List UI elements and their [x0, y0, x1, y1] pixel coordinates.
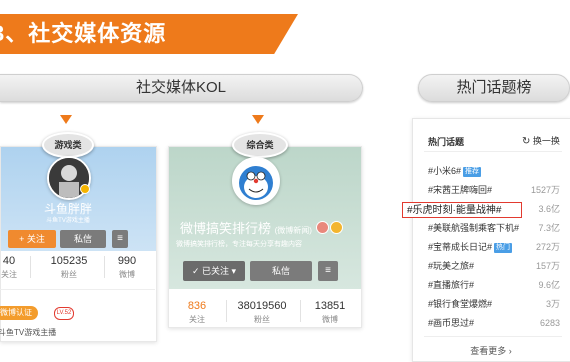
- category-badge: 综合类: [232, 132, 288, 158]
- arrow-indicator: [252, 115, 264, 124]
- followed-button[interactable]: ✓ 已关注 ▾: [183, 261, 245, 281]
- kol-section-header: 社交媒体KOL: [0, 74, 363, 102]
- topic-item[interactable]: #宝蒂成长日记# 热门 272万: [412, 238, 570, 257]
- kol-name-suffix: (微博新闻): [274, 226, 312, 235]
- verified-icon: [80, 184, 90, 194]
- refresh-label: 换一换: [532, 136, 560, 146]
- topics-section-header: 热门话题榜: [418, 74, 570, 102]
- stat-posts-label: 微博: [322, 315, 338, 324]
- topics-bottom-divider: [424, 336, 562, 337]
- verified-icon: [316, 221, 329, 234]
- menu-button[interactable]: ≡: [318, 261, 338, 281]
- divider: [104, 256, 105, 278]
- kol-name-text: 微博搞笑排行榜: [180, 221, 272, 236]
- menu-button[interactable]: ≡: [112, 230, 128, 248]
- topic-count: 3万: [545, 299, 560, 309]
- topic-item[interactable]: #玩美之旅# 157万: [412, 257, 570, 276]
- highlighted-topic[interactable]: #乐虎时刻·能量战神#: [402, 202, 522, 218]
- menu-icon: ≡: [117, 233, 123, 244]
- refresh-icon: ↻: [522, 136, 531, 147]
- stat-followers-value: 105235: [50, 255, 88, 267]
- topic-name: #宋茜王牌嗨回#: [428, 185, 493, 195]
- kol-subtitle: 斗鱼TV游戏主播: [46, 218, 90, 224]
- stat-followers-label: 粉丝: [61, 270, 77, 279]
- follow-button[interactable]: + 关注: [8, 230, 56, 248]
- topic-name: #银行食堂爆燃#: [428, 299, 493, 309]
- topic-count: 6283: [539, 318, 560, 328]
- stat-posts-value: 13851: [314, 300, 346, 312]
- topic-item[interactable]: #直播旅行# 9.6亿: [412, 276, 570, 295]
- stat-posts-value: 990: [117, 255, 137, 267]
- verify-badge[interactable]: 微博认证: [0, 306, 38, 320]
- arrow-indicator: [60, 115, 72, 124]
- divider: [30, 256, 31, 278]
- message-button[interactable]: 私信: [250, 261, 312, 281]
- topic-item[interactable]: #画币思过# 6283: [412, 314, 570, 333]
- stat-following-value: 40: [2, 255, 16, 267]
- category-badge: 游戏类: [42, 132, 94, 158]
- topic-count: 1527万: [530, 185, 560, 195]
- topic-item[interactable]: #小米6# 推荐: [412, 162, 570, 181]
- stat-posts-label: 微博: [119, 270, 135, 279]
- stat-following-label: 关注: [1, 270, 17, 279]
- kol-bio: 微博搞笑排行榜，专注每天分享有趣内容: [176, 241, 302, 248]
- topic-name: #玩美之旅#: [428, 261, 475, 271]
- topics-divider: [424, 151, 562, 152]
- menu-icon: ≡: [325, 265, 331, 276]
- message-button[interactable]: 私信: [60, 230, 106, 248]
- stat-following-value: 836: [187, 300, 207, 312]
- view-more-link[interactable]: 查看更多 ›: [412, 344, 570, 357]
- topic-count: 3.6亿: [538, 204, 560, 214]
- topic-count: 9.6亿: [538, 280, 560, 290]
- topic-count: 157万: [535, 261, 560, 271]
- avatar-image: [234, 159, 278, 203]
- topic-tag: 热门: [494, 242, 513, 253]
- level-badge: LV.52: [54, 307, 74, 320]
- avatar[interactable]: [232, 157, 280, 205]
- topic-tag: 推荐: [463, 166, 482, 177]
- topic-name: #宝蒂成长日记# 热门: [428, 242, 513, 253]
- kol-bio: 斗鱼TV游戏主播: [0, 328, 57, 337]
- topic-name: #画币思过#: [428, 318, 475, 328]
- topic-name: #直播旅行#: [428, 280, 475, 290]
- topic-item[interactable]: #美联航强制乘客下机# 7.3亿: [412, 219, 570, 238]
- card-divider: [0, 289, 155, 290]
- stat-following-label: 关注: [189, 315, 205, 324]
- divider: [226, 300, 227, 322]
- topic-count: 7.3亿: [538, 223, 560, 233]
- level-icon: [330, 221, 343, 234]
- divider: [300, 300, 301, 322]
- stat-followers-value: 38019560: [237, 300, 287, 312]
- refresh-button[interactable]: ↻ 换一换: [522, 134, 560, 147]
- topic-item[interactable]: #银行食堂爆燃# 3万: [412, 295, 570, 314]
- page-title: 3、社交媒体资源: [0, 21, 167, 46]
- topic-item[interactable]: #宋茜王牌嗨回# 1527万: [412, 181, 570, 200]
- topic-count: 272万: [535, 242, 560, 252]
- topic-name: #小米6# 推荐: [428, 166, 482, 177]
- topic-name: #美联航强制乘客下机#: [428, 223, 520, 233]
- topics-header: 热门话题: [428, 137, 465, 147]
- stat-followers-label: 粉丝: [254, 315, 270, 324]
